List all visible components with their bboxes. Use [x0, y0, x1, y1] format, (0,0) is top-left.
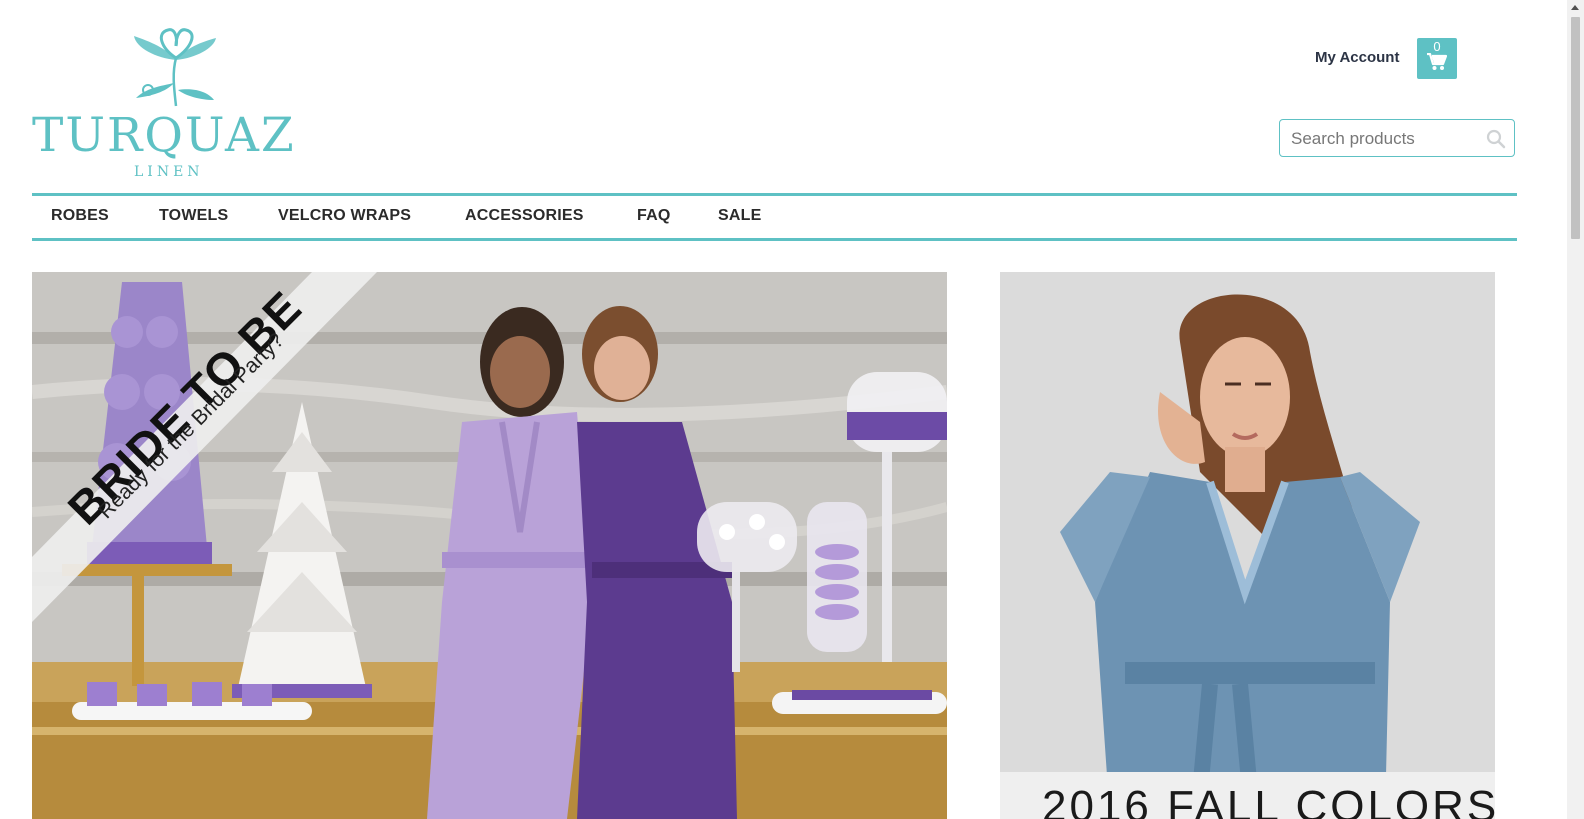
- search-input[interactable]: [1289, 120, 1483, 158]
- bridal-party-banner[interactable]: BRIDE TO BE Ready for the Bridal Party?: [32, 272, 947, 819]
- nav-item-velcro-wraps[interactable]: VELCRO WRAPS: [278, 207, 411, 225]
- flower-logo-icon: [134, 28, 216, 107]
- nav-item-sale[interactable]: SALE: [718, 207, 761, 225]
- satin-robe-photo: [1000, 272, 1495, 819]
- my-account-link[interactable]: My Account: [1315, 49, 1399, 66]
- product-search-box: [1279, 119, 1515, 158]
- shopping-cart-icon: [1427, 53, 1447, 70]
- nav-item-accessories[interactable]: ACCESSORIES: [465, 207, 584, 225]
- logo-wordmark: TURQUAZ: [32, 108, 296, 163]
- scroll-thumb[interactable]: [1571, 17, 1580, 239]
- search-icon[interactable]: [1486, 129, 1506, 149]
- site-logo[interactable]: TURQUAZ LINEN: [30, 28, 320, 186]
- fall-colors-headline: 2016 FALL COLORS: [1042, 782, 1495, 819]
- page-scrollbar[interactable]: [1567, 0, 1584, 819]
- cart-count-badge: 0: [1433, 39, 1441, 54]
- scroll-up-arrow-icon[interactable]: [1571, 5, 1579, 10]
- main-navigation: ROBES TOWELS VELCRO WRAPS ACCESSORIES FA…: [32, 193, 1517, 241]
- cart-button[interactable]: 0: [1417, 38, 1457, 79]
- nav-item-faq[interactable]: FAQ: [637, 207, 671, 225]
- nav-item-robes[interactable]: ROBES: [51, 207, 109, 225]
- ribbon-overlay: [32, 272, 377, 622]
- fall-colors-banner[interactable]: 2016 FALL COLORS: [1000, 272, 1495, 819]
- nav-item-towels[interactable]: TOWELS: [159, 207, 228, 225]
- logo-subtitle: LINEN: [134, 164, 204, 180]
